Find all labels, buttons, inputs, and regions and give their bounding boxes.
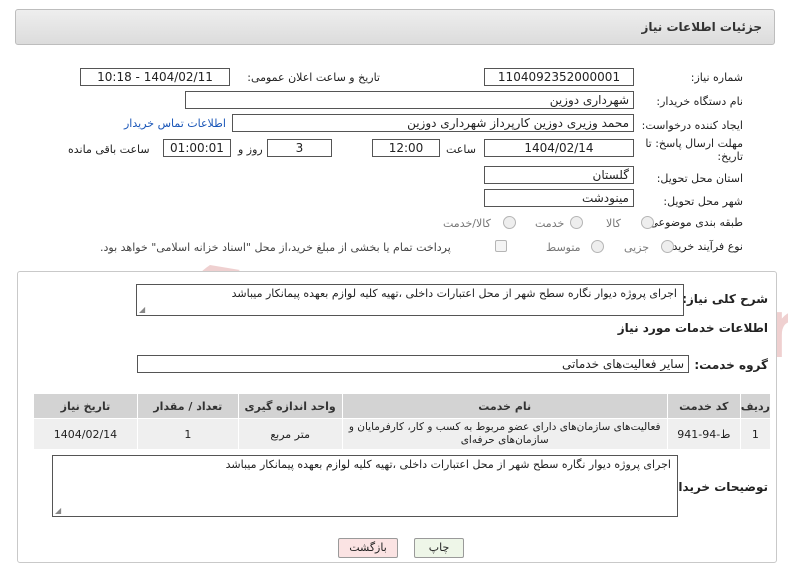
category-option-goods: کالا — [606, 217, 621, 230]
buyer-notes-text: اجرای پروژه دیوار نگاره سطح شهر از محل ا… — [52, 455, 678, 517]
buyer-contact-link[interactable]: اطلاعات تماس خریدار — [124, 117, 226, 130]
buyer-org-field: شهرداری دوزین — [185, 91, 634, 109]
buyer-org-label: نام دستگاه خریدار: — [656, 95, 743, 108]
process-radio-small[interactable] — [661, 240, 674, 253]
col-code: کد خدمت — [666, 393, 741, 419]
page-header: جزئیات اطلاعات نیاز — [15, 9, 775, 45]
buyer-notes-label: توضیحات خریدار: — [666, 480, 768, 494]
resize-grip-icon[interactable]: ◢ — [139, 305, 145, 314]
days-field: 3 — [267, 139, 332, 157]
deadline-date-field: 1404/02/14 — [484, 139, 634, 157]
announce-date-field: 1404/02/11 - 10:18 — [80, 68, 230, 86]
days-label: روز و — [238, 143, 263, 156]
resize-grip-icon[interactable]: ◢ — [55, 506, 61, 515]
cell-index: 1 — [739, 418, 772, 450]
print-button[interactable]: چاپ — [414, 538, 464, 558]
cell-date: 1404/02/14 — [33, 418, 138, 450]
category-radio-goods-service[interactable] — [503, 216, 516, 229]
cell-unit: متر مربع — [237, 418, 343, 450]
category-label: طبقه بندی موضوعی: — [645, 216, 743, 229]
table-row: 1 ط-94-941 فعالیت‌های سازمان‌های دارای ع… — [33, 418, 772, 450]
col-unit: واحد اندازه گیری — [237, 393, 343, 419]
process-radio-medium[interactable] — [591, 240, 604, 253]
col-date: تاریخ نیاز — [33, 393, 138, 419]
page-title: جزئیات اطلاعات نیاز — [641, 20, 762, 34]
buyer-notes-value: اجرای پروژه دیوار نگاره سطح شهر از محل ا… — [225, 458, 671, 471]
deadline-time-field: 12:00 — [372, 139, 440, 157]
treasury-payment-checkbox[interactable] — [495, 240, 507, 252]
col-name: نام خدمت — [341, 393, 668, 419]
city-field: مینودشت — [484, 189, 634, 207]
services-table: ردیف کد خدمت نام خدمت واحد اندازه گیری ت… — [33, 393, 772, 450]
summary-text-value: اجرای پروژه دیوار نگاره سطح شهر از محل ا… — [231, 287, 677, 300]
province-field: گلستان — [484, 166, 634, 184]
need-number-field: 1104092352000001 — [484, 68, 634, 86]
remaining-time-label: ساعت باقی مانده — [68, 143, 150, 156]
cell-name: فعالیت‌های سازمان‌های دارای عضو مربوط به… — [341, 418, 668, 450]
creator-label: ایجاد کننده درخواست: — [641, 119, 743, 132]
deadline-label: مهلت ارسال پاسخ: تا تاریخ: — [645, 137, 743, 163]
process-option-small: جزیی — [624, 241, 650, 254]
services-heading: اطلاعات خدمات مورد نیاز — [617, 321, 768, 335]
cell-qty: 1 — [136, 418, 239, 450]
deadline-time-label: ساعت — [446, 143, 476, 156]
province-label: استان محل تحویل: — [656, 172, 743, 185]
remaining-time-field: 01:00:01 — [163, 139, 231, 157]
summary-label: شرح کلی نیاز: — [682, 292, 768, 306]
cell-code: ط-94-941 — [666, 418, 741, 450]
process-label: نوع فرآیند خرید : — [665, 240, 743, 253]
announce-date-label: تاریخ و ساعت اعلان عمومی: — [247, 71, 380, 84]
creator-field: محمد وزیری دوزین کارپرداز شهرداری دوزین — [232, 114, 634, 132]
service-group-field: سایر فعالیت‌های خدماتی — [137, 355, 689, 373]
process-option-medium: متوسط — [546, 241, 581, 254]
category-radio-service[interactable] — [570, 216, 583, 229]
category-option-goods-service: کالا/خدمت — [443, 217, 491, 230]
category-radio-goods[interactable] — [641, 216, 654, 229]
service-group-label: گروه خدمت: — [694, 358, 768, 372]
table-header-row: ردیف کد خدمت نام خدمت واحد اندازه گیری ت… — [33, 393, 772, 419]
summary-text: اجرای پروژه دیوار نگاره سطح شهر از محل ا… — [136, 284, 684, 316]
city-label: شهر محل تحویل: — [663, 195, 743, 208]
col-qty: تعداد / مقدار — [136, 393, 239, 419]
col-index: ردیف — [739, 393, 772, 419]
back-button[interactable]: بازگشت — [338, 538, 398, 558]
category-option-service: خدمت — [535, 217, 565, 230]
need-number-label: شماره نیاز: — [690, 71, 743, 84]
treasury-payment-note: پرداخت تمام یا بخشی از مبلغ خرید،از محل … — [100, 241, 451, 254]
